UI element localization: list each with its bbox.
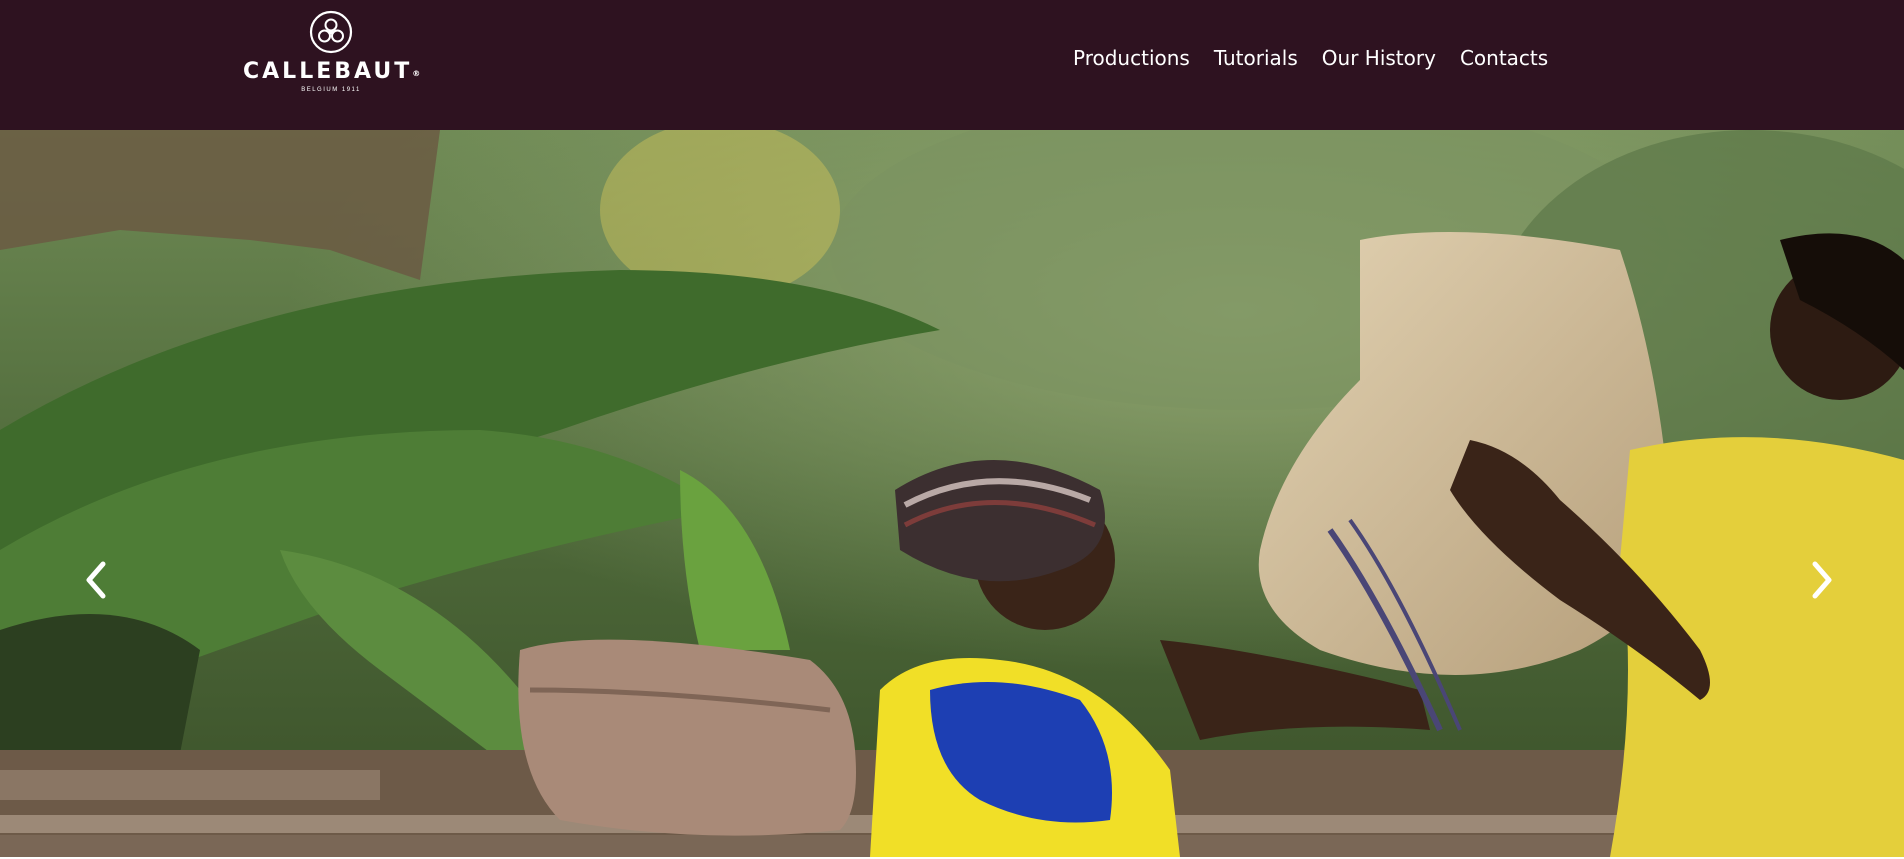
site-header: CALLEBAUT® BELGIUM 1911 Productions Tuto… bbox=[0, 0, 1904, 130]
hero-slide-image bbox=[0, 130, 1904, 857]
carousel-next-button[interactable] bbox=[1792, 540, 1852, 620]
chevron-right-icon bbox=[1812, 561, 1832, 599]
brand-logo[interactable]: CALLEBAUT® BELGIUM 1911 bbox=[243, 10, 421, 100]
chevron-left-icon bbox=[86, 561, 106, 599]
nav-item-our-history[interactable]: Our History bbox=[1322, 44, 1436, 72]
brand-wordmark: CALLEBAUT® bbox=[243, 59, 421, 84]
nav-item-tutorials[interactable]: Tutorials bbox=[1214, 44, 1298, 72]
brand-tagline: BELGIUM 1911 bbox=[301, 87, 361, 93]
main-nav: Productions Tutorials Our History Contac… bbox=[1073, 44, 1548, 72]
nav-item-productions[interactable]: Productions bbox=[1073, 44, 1190, 72]
callebaut-swirl-icon bbox=[309, 10, 353, 54]
carousel-prev-button[interactable] bbox=[66, 540, 126, 620]
nav-item-contacts[interactable]: Contacts bbox=[1460, 44, 1548, 72]
hero-carousel bbox=[0, 130, 1904, 857]
